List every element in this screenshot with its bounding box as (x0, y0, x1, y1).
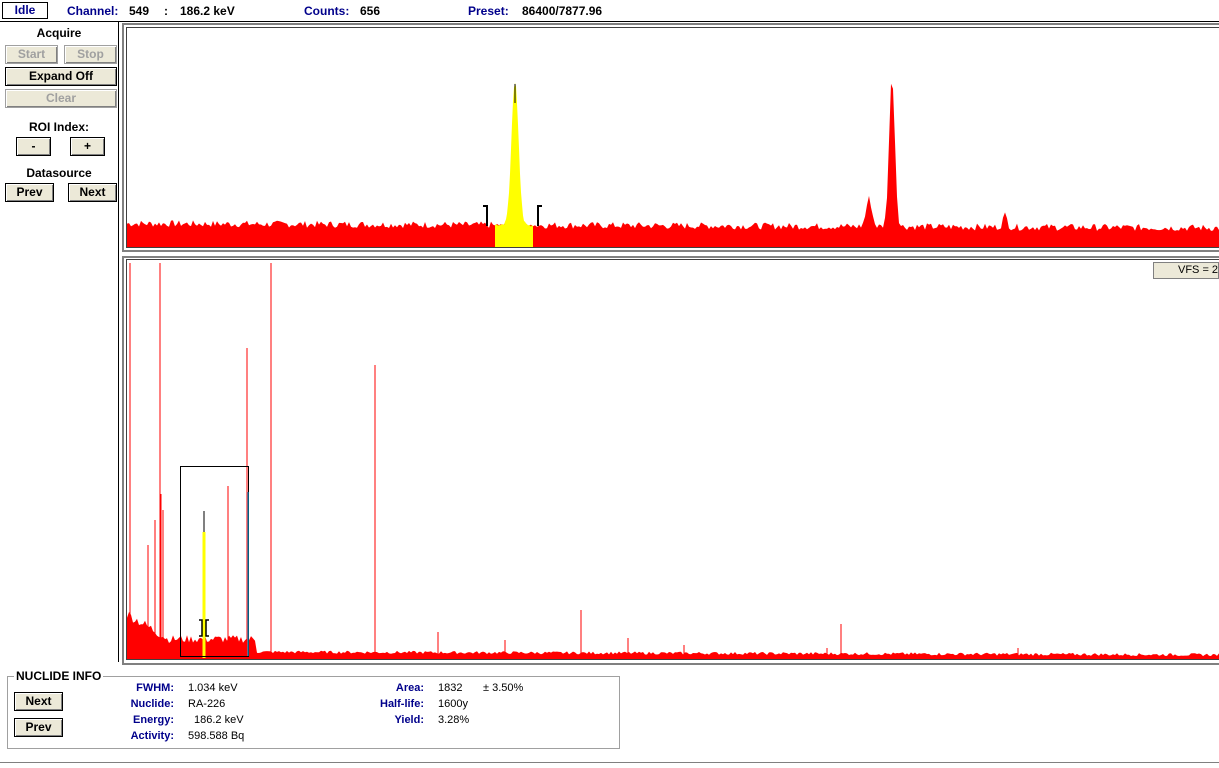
activity-label: Activity: (130, 730, 174, 742)
halflife-label: Half-life: (380, 698, 424, 710)
nuclide-next-button[interactable]: Next (14, 692, 63, 711)
fwhm-value: 1.034 keV (188, 682, 238, 694)
datasource-prev-button[interactable]: Prev (5, 183, 54, 202)
datasource-title: Datasource (26, 166, 92, 180)
energy-label: Energy: (133, 714, 174, 726)
vfs-indicator: VFS = 2l (1153, 262, 1219, 279)
channel-value: 549 (129, 4, 150, 18)
nuclide-info-title: NUCLIDE INFO (14, 669, 104, 683)
expanded-spectrum-plot[interactable] (127, 28, 1219, 247)
fwhm-label: FWHM: (136, 682, 174, 694)
acquire-title: Acquire (36, 26, 82, 40)
channel-separator: : (164, 4, 168, 18)
nuclide-energy-value: 186.2 keV (194, 714, 244, 726)
nuclide-prev-button[interactable]: Prev (14, 718, 63, 737)
counts-label: Counts: (304, 4, 350, 18)
full-roi-left-bracket (199, 619, 203, 637)
nuclide-value: RA-226 (188, 698, 226, 710)
full-roi-right-bracket (205, 619, 209, 637)
expanded-roi-region (495, 82, 533, 247)
nuclide-label: Nuclide: (130, 698, 174, 710)
status-mode: Idle (2, 2, 48, 19)
roi-right-bracket (537, 205, 542, 226)
preset-value: 86400/7877.96 (522, 4, 603, 18)
clear-button[interactable]: Clear (5, 89, 117, 108)
expand-window-box[interactable] (180, 466, 249, 657)
yield-value: 3.28% (438, 714, 470, 726)
activity-value: 598.588 Bq (188, 730, 245, 742)
expanded-spectrum-trace (127, 83, 1219, 247)
channel-label: Channel: (67, 4, 119, 18)
full-spectrum-peaks (129, 263, 1019, 659)
full-spectrum-trace (127, 612, 1219, 659)
yield-label: Yield: (394, 714, 424, 726)
roi-index-title: ROI Index: (28, 120, 89, 134)
control-panel (0, 22, 119, 662)
area-uncertainty: ± 3.50% (483, 682, 524, 694)
roi-plus-button[interactable]: + (70, 137, 105, 156)
expand-button[interactable]: Expand Off (5, 67, 117, 86)
datasource-next-button[interactable]: Next (68, 183, 117, 202)
counts-value: 656 (360, 4, 381, 18)
nuclide-info-box (7, 676, 620, 749)
bottom-divider (0, 762, 1219, 763)
area-value: 1832 (438, 682, 463, 694)
halflife-value: 1600y (438, 698, 468, 710)
preset-label: Preset: (468, 4, 509, 18)
full-spectrum-plot[interactable] (127, 260, 1219, 659)
start-button[interactable]: Start (5, 45, 58, 64)
stop-button[interactable]: Stop (64, 45, 117, 64)
energy-value: 186.2 keV (180, 4, 235, 18)
roi-minus-button[interactable]: - (16, 137, 51, 156)
area-label: Area: (395, 682, 424, 694)
